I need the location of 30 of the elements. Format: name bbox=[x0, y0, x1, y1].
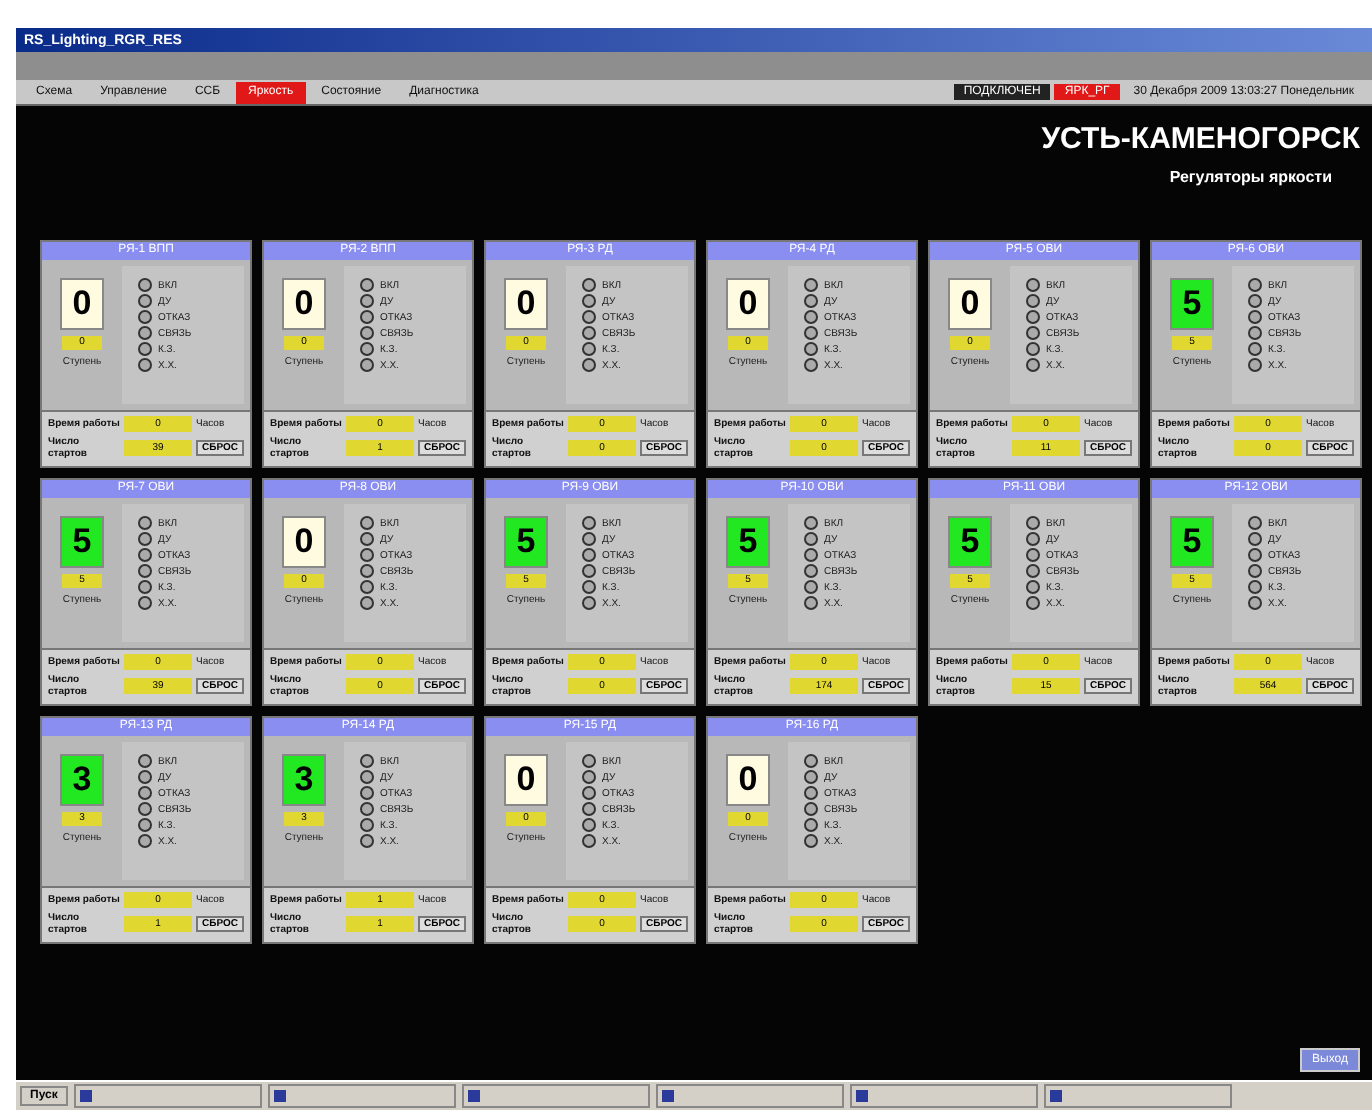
brightness-value: 5 bbox=[504, 516, 548, 568]
brightness-value: 5 bbox=[60, 516, 104, 568]
window-icon bbox=[467, 1090, 480, 1102]
brightness-value: 3 bbox=[60, 754, 104, 806]
brightness-value: 5 bbox=[948, 516, 992, 568]
city-title: УСТЬ-КАМЕНОГОРСК bbox=[1041, 122, 1360, 156]
window-icon bbox=[855, 1090, 868, 1102]
taskbar-button[interactable] bbox=[655, 1084, 844, 1108]
taskbar-button[interactable] bbox=[1043, 1084, 1232, 1108]
brightness-value: 5 bbox=[726, 516, 770, 568]
brightness-value: 5 bbox=[1170, 516, 1214, 568]
brightness-value: 0 bbox=[282, 516, 326, 568]
taskbar-button[interactable] bbox=[267, 1084, 456, 1108]
brightness-value: 0 bbox=[282, 278, 326, 330]
brightness-value: 0 bbox=[726, 754, 770, 806]
taskbar-button[interactable] bbox=[849, 1084, 1038, 1108]
page-subtitle: Регуляторы яркости bbox=[1169, 168, 1332, 186]
taskbar-button[interactable] bbox=[73, 1084, 262, 1108]
window-icon bbox=[1049, 1090, 1062, 1102]
brightness-value: 5 bbox=[1170, 278, 1214, 330]
brightness-value: 0 bbox=[726, 278, 770, 330]
window-icon bbox=[273, 1090, 286, 1102]
brightness-value: 0 bbox=[504, 754, 548, 806]
window-icon bbox=[661, 1090, 674, 1102]
brightness-value: 0 bbox=[60, 278, 104, 330]
brightness-value: 0 bbox=[948, 278, 992, 330]
window-icon bbox=[79, 1090, 92, 1102]
taskbar-button[interactable] bbox=[461, 1084, 650, 1108]
brightness-value: 0 bbox=[504, 278, 548, 330]
brightness-value: 3 bbox=[282, 754, 326, 806]
